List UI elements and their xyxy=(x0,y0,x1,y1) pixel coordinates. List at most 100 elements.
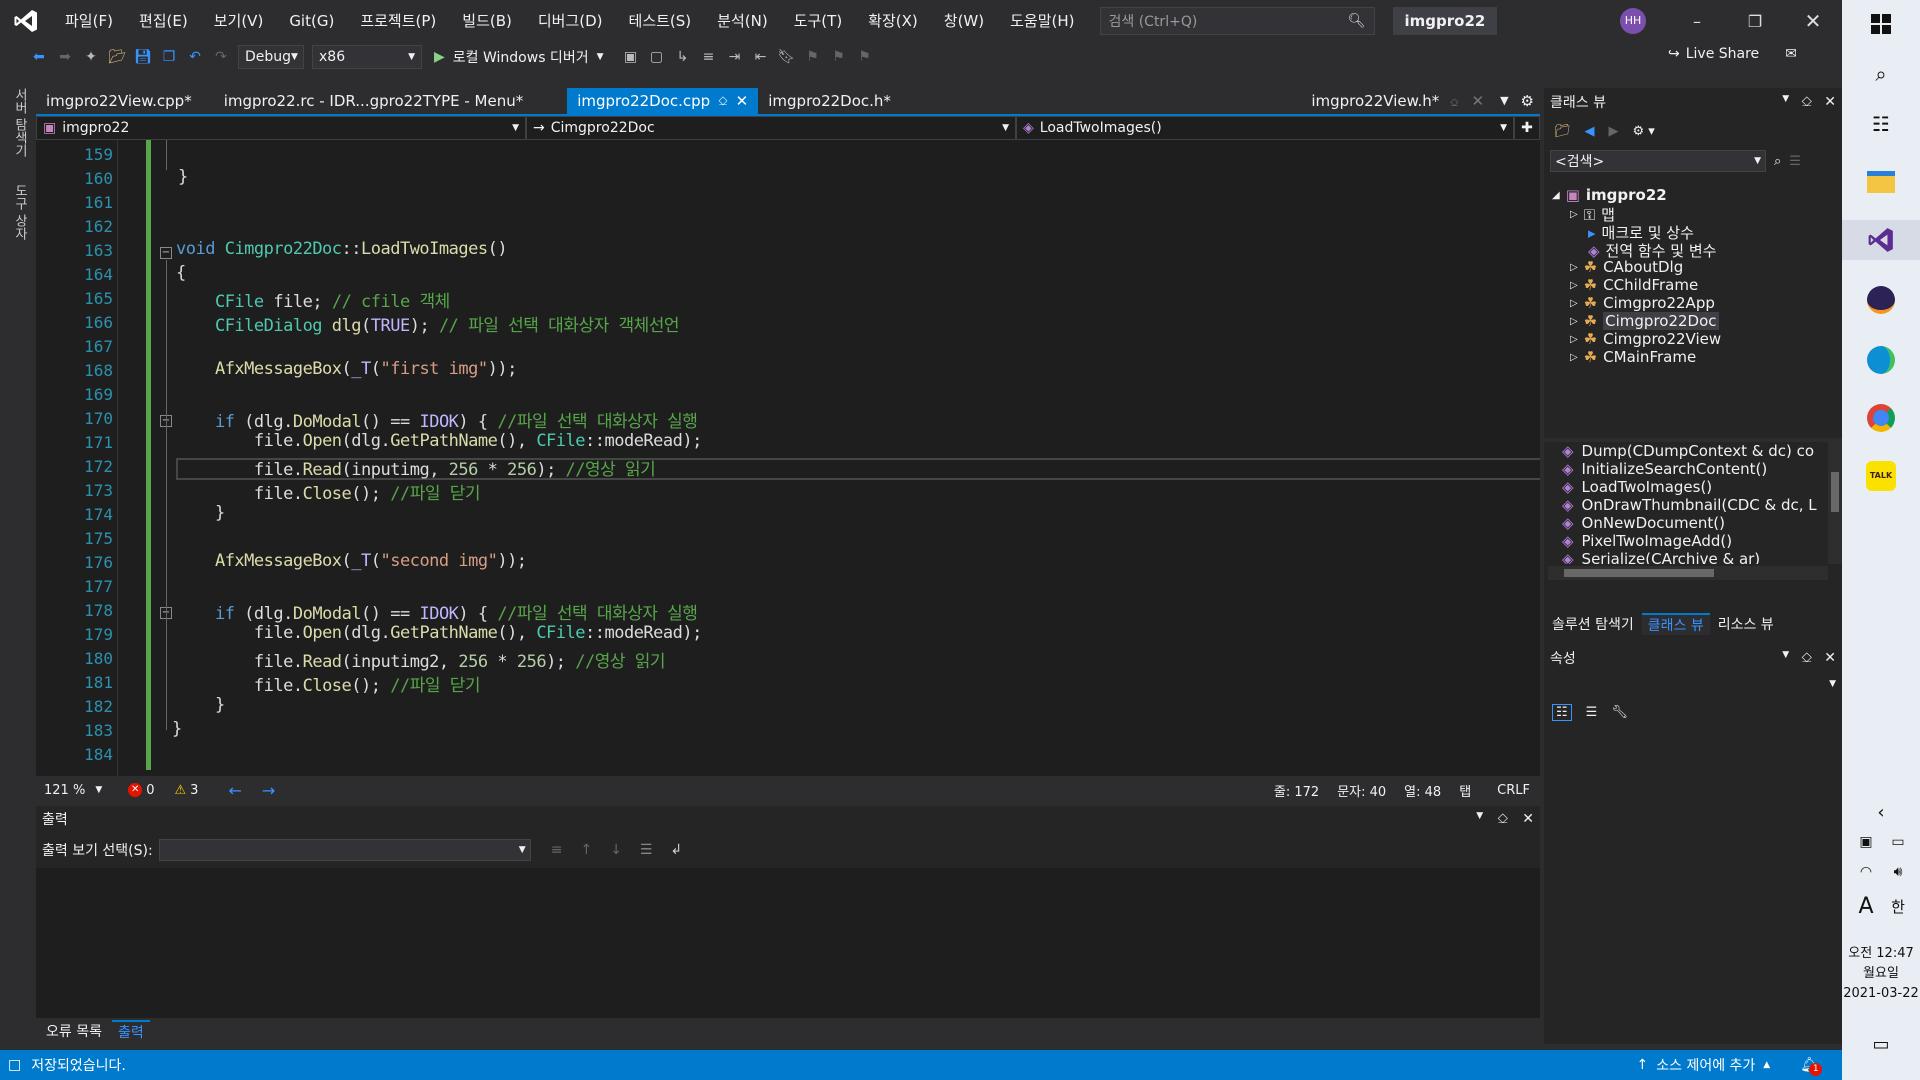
indent-icon[interactable]: ⇥ xyxy=(722,45,748,69)
gear-icon[interactable]: ⚙ xyxy=(1515,88,1540,114)
config-dropdown[interactable]: Debug ▼ xyxy=(238,45,304,69)
vs-logo-icon[interactable] xyxy=(0,0,52,42)
alphabetical-icon[interactable]: ☰ xyxy=(1586,705,1598,720)
tree-root[interactable]: ◢ ▣ imgpro22 xyxy=(1552,186,1667,204)
project-dropdown[interactable]: ▣ imgpro22 ▼ xyxy=(36,116,526,140)
menu-build[interactable]: 빌드(B) xyxy=(449,0,525,42)
tab-imgpro22doc-cpp[interactable]: imgpro22Doc.cpp ⎐ ✕ xyxy=(567,88,759,114)
close-window-button[interactable]: ✕ xyxy=(1784,0,1842,42)
tab-list-dropdown[interactable]: ▼ xyxy=(1494,88,1514,114)
member-item[interactable]: ◈ Serialize(CArchive & ar) xyxy=(1562,550,1760,564)
pin-icon[interactable]: ⎐ xyxy=(1497,811,1508,827)
minimize-button[interactable]: – xyxy=(1668,0,1726,42)
prev-issue-icon[interactable]: ← xyxy=(228,781,241,800)
chevron-down-icon[interactable]: ▼ xyxy=(1782,650,1789,666)
restore-button[interactable]: ❐ xyxy=(1726,0,1784,42)
tree-node-class[interactable]: ▷ ☘ CAboutDlg xyxy=(1570,258,1683,276)
member-item[interactable]: ◈ LoadTwoImages() xyxy=(1562,478,1712,496)
feedback-icon[interactable]: ✉ xyxy=(1785,46,1797,62)
class-dropdown[interactable]: → Cimgpro22Doc ▼ xyxy=(526,116,1016,140)
clear-bookmarks-icon[interactable]: ⚑ xyxy=(852,45,878,69)
menu-test[interactable]: 테스트(S) xyxy=(616,0,705,42)
chevron-down-icon[interactable]: ▼ xyxy=(1476,811,1483,827)
next-message-icon[interactable]: ↓ xyxy=(610,842,622,858)
browser-link-icon[interactable]: ▣ xyxy=(618,45,644,69)
account-avatar[interactable]: HH xyxy=(1620,8,1646,34)
pin-icon[interactable]: ⎐ xyxy=(1801,650,1812,666)
line-ending[interactable]: CRLF xyxy=(1497,783,1530,798)
tab-imgpro22view-h[interactable]: imgpro22View.h* ⎐ ✕ xyxy=(1301,88,1494,114)
uncomment-icon[interactable]: ≡ xyxy=(696,45,722,69)
collapse-icon[interactable]: − xyxy=(160,247,172,259)
horizontal-scrollbar[interactable] xyxy=(1548,566,1828,580)
tab-resource-view[interactable]: 리소스 뷰 xyxy=(1710,614,1782,634)
bookmark-icon[interactable]: 🔖︎ xyxy=(774,45,800,69)
split-window-icon[interactable]: ✚ xyxy=(1514,116,1540,140)
error-count[interactable]: ✕ 0 xyxy=(128,783,155,798)
menu-window[interactable]: 창(W) xyxy=(931,0,997,42)
tree-node-class[interactable]: ▷ ☘ Cimgpro22View xyxy=(1570,330,1721,348)
platform-dropdown[interactable]: x86 ▼ xyxy=(312,45,422,69)
code-editor[interactable]: 159 160 161 162 163 164 165 166 167 168 … xyxy=(36,140,1540,776)
tree-node-class[interactable]: ▷ ☘ Cimgpro22App xyxy=(1570,294,1715,312)
save-icon[interactable]: 💾︎ xyxy=(130,45,156,69)
close-tab-icon[interactable]: ✕ xyxy=(736,88,749,114)
find-message-icon[interactable]: ≡ xyxy=(551,842,563,858)
tab-solution-explorer[interactable]: 솔루션 탐색기 xyxy=(1544,614,1642,634)
redo-icon[interactable]: ↷ xyxy=(208,45,234,69)
task-view-icon[interactable]: ☷ xyxy=(1861,104,1901,144)
output-source-dropdown[interactable]: ▼ xyxy=(158,839,531,861)
global-search-input[interactable]: 검색 (Ctrl+Q) 🔍︎ xyxy=(1099,7,1375,35)
start-debugging-button[interactable]: ▶ 로컬 Windows 디버거 ▼ xyxy=(434,47,604,67)
pin-icon[interactable]: ⎐ xyxy=(718,88,727,114)
member-item[interactable]: ◈ Dump(CDumpContext & dc) co xyxy=(1562,442,1814,460)
undo-icon[interactable]: ↶ xyxy=(182,45,208,69)
step-icon[interactable]: ↳ xyxy=(670,45,696,69)
kakaotalk-icon[interactable]: TALK xyxy=(1861,456,1901,496)
forward-icon[interactable]: ▶ xyxy=(1609,124,1619,139)
forward-nav-icon[interactable]: ➡︎ xyxy=(52,45,78,69)
visual-studio-taskbar-icon[interactable] xyxy=(1842,220,1920,260)
tab-error-list[interactable]: 오류 목록 xyxy=(36,1021,112,1041)
windows-start-icon[interactable] xyxy=(1861,4,1901,44)
clear-all-icon[interactable]: ☰ xyxy=(640,842,653,858)
prev-bookmark-icon[interactable]: ⚑ xyxy=(800,45,826,69)
warning-count[interactable]: ⚠ 3 xyxy=(175,783,199,798)
menu-help[interactable]: 도움말(H) xyxy=(997,0,1087,42)
tab-imgpro22view-cpp[interactable]: imgpro22View.cpp* xyxy=(36,88,202,114)
file-explorer-icon[interactable] xyxy=(1861,162,1901,202)
member-item[interactable]: ◈ PixelTwoImageAdd() xyxy=(1562,532,1732,550)
ime-indicator[interactable]: 한 xyxy=(1878,886,1918,926)
menu-file[interactable]: 파일(F) xyxy=(52,0,126,42)
eclipse-icon[interactable] xyxy=(1861,280,1901,320)
search-icon[interactable]: ⌕ xyxy=(1861,54,1901,94)
tab-class-view[interactable]: 클래스 뷰 xyxy=(1641,613,1710,635)
chevron-down-icon[interactable]: ▼ xyxy=(1782,94,1789,110)
menu-project[interactable]: 프로젝트(P) xyxy=(347,0,449,42)
new-folder-icon[interactable]: 📁︎ xyxy=(1554,124,1571,139)
properties-object-dropdown[interactable]: ▼ xyxy=(1550,672,1836,696)
member-dropdown[interactable]: ◈ LoadTwoImages() ▼ xyxy=(1016,116,1514,140)
settings-icon[interactable]: ⚙ ▾ xyxy=(1633,124,1655,139)
chevron-down-icon[interactable]: ▼ xyxy=(95,785,102,795)
tree-node-class[interactable]: ▷ ☘ CChildFrame xyxy=(1570,276,1698,294)
tab-imgpro22doc-h[interactable]: imgpro22Doc.h* xyxy=(758,88,901,114)
prev-message-icon[interactable]: ↑ xyxy=(580,842,592,858)
close-tab-icon[interactable]: ✕ xyxy=(1472,92,1485,110)
close-icon[interactable]: ✕ xyxy=(1824,94,1836,110)
member-item[interactable]: ◈ OnNewDocument() xyxy=(1562,514,1725,532)
clock[interactable]: 오전 12:47 월요일 2021-03-22 xyxy=(1842,944,1920,1004)
search-icon[interactable]: ⌕ xyxy=(1774,154,1781,169)
wrench-icon[interactable]: 🔧︎ xyxy=(1611,705,1628,720)
back-icon[interactable]: ◀ xyxy=(1585,124,1595,139)
pin-icon[interactable]: ⎐ xyxy=(1450,96,1459,109)
tree-node-class[interactable]: ▷ ☘ CMainFrame xyxy=(1570,348,1696,366)
server-explorer-tab[interactable]: 서버 탐색기 xyxy=(10,88,29,157)
open-folder-icon[interactable]: 📂︎ xyxy=(104,45,130,69)
outdent-icon[interactable]: ⇤ xyxy=(748,45,774,69)
menu-debug[interactable]: 디버그(D) xyxy=(525,0,616,42)
class-search-input[interactable]: <검색> ▼ xyxy=(1550,150,1766,172)
back-nav-icon[interactable]: ⬅︎ xyxy=(26,45,52,69)
close-icon[interactable]: ✕ xyxy=(1522,811,1534,827)
member-item[interactable]: ◈ InitializeSearchContent() xyxy=(1562,460,1767,478)
